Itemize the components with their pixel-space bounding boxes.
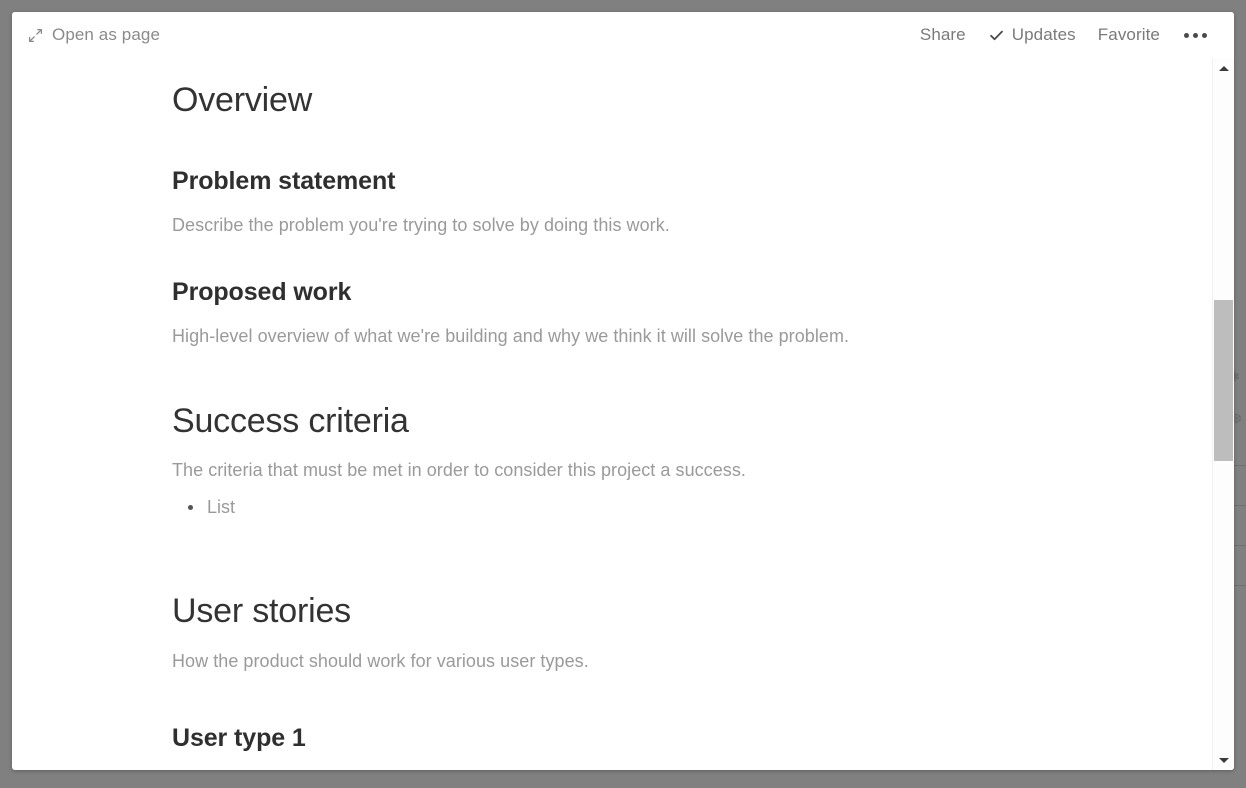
backdrop-artifact-line-1 — [1232, 465, 1246, 466]
heading-problem-statement[interactable]: Problem statement — [172, 166, 1172, 196]
backdrop-artifact-line-3 — [1232, 545, 1246, 546]
ellipsis-icon — [1182, 32, 1209, 38]
success-criteria-list: List — [172, 495, 1172, 519]
placeholder-user-stories[interactable]: How the product should work for various … — [172, 649, 1172, 673]
checkmark-icon — [988, 27, 1005, 44]
chevron-up-icon — [1218, 65, 1229, 71]
vertical-scrollbar[interactable] — [1212, 58, 1234, 770]
placeholder-problem-statement[interactable]: Describe the problem you're trying to so… — [172, 213, 1172, 237]
heading-user-stories[interactable]: User stories — [172, 591, 1172, 631]
share-button[interactable]: Share — [909, 20, 977, 50]
placeholder-proposed-work[interactable]: High-level overview of what we're buildi… — [172, 324, 1172, 348]
heading-user-type-1[interactable]: User type 1 — [172, 723, 1172, 753]
scroll-down-button[interactable] — [1213, 750, 1234, 770]
heading-proposed-work[interactable]: Proposed work — [172, 277, 1172, 307]
updates-button[interactable]: Updates — [977, 20, 1087, 50]
backdrop-artifact-line-4 — [1232, 585, 1246, 586]
favorite-button[interactable]: Favorite — [1087, 20, 1171, 50]
document-canvas[interactable]: Overview Problem statement Describe the … — [12, 58, 1212, 770]
more-options-button[interactable] — [1171, 28, 1220, 43]
expand-diagonal-icon — [28, 28, 43, 43]
scrollbar-thumb[interactable] — [1214, 299, 1233, 462]
share-label: Share — [919, 25, 966, 44]
open-as-page-button[interactable]: Open as page — [28, 25, 160, 45]
document-body-area: Overview Problem statement Describe the … — [12, 58, 1234, 770]
updates-label: Updates — [1011, 25, 1076, 44]
scrollbar-track[interactable] — [1213, 78, 1234, 750]
chevron-down-icon — [1218, 757, 1229, 763]
command-bar: Open as page Share Updates Favorite — [12, 12, 1234, 58]
heading-success-criteria[interactable]: Success criteria — [172, 401, 1172, 441]
list-item[interactable]: List — [172, 495, 1172, 519]
heading-overview[interactable]: Overview — [172, 80, 1172, 120]
document-panel-window: Open as page Share Updates Favorite Over… — [12, 12, 1234, 770]
favorite-label: Favorite — [1097, 25, 1160, 44]
document-content: Overview Problem statement Describe the … — [12, 58, 1212, 753]
command-bar-actions: Share Updates Favorite — [909, 20, 1220, 50]
scroll-up-button[interactable] — [1213, 58, 1234, 78]
open-as-page-label: Open as page — [52, 25, 161, 44]
backdrop-artifact-line-2 — [1232, 505, 1246, 506]
placeholder-success-criteria[interactable]: The criteria that must be met in order t… — [172, 458, 1172, 482]
